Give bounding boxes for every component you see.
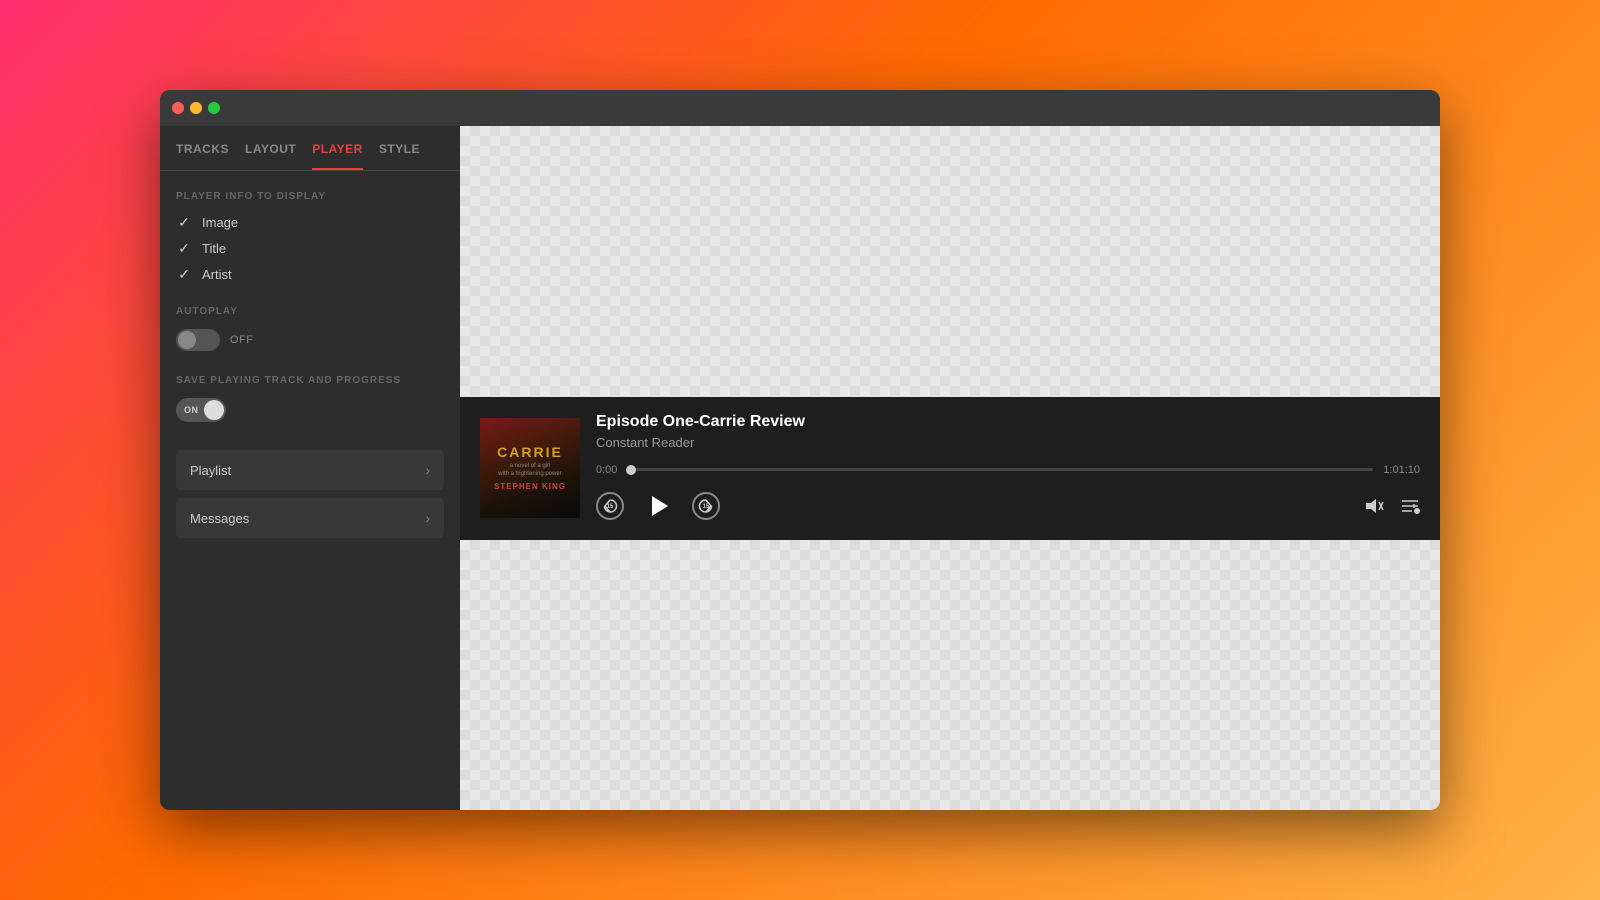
tab-bar: TRACKS LAYOUT PLAYER STYLE (160, 126, 460, 171)
player: CARRIE a novel of a girlwith a frighteni… (460, 397, 1440, 540)
check-icon-artist: ✓ (176, 266, 192, 282)
album-art: CARRIE a novel of a girlwith a frighteni… (480, 418, 580, 518)
playlist-menu-item[interactable]: Playlist › (176, 450, 444, 490)
tab-tracks[interactable]: TRACKS (176, 142, 229, 170)
checkbox-title-label: Title (202, 241, 226, 256)
time-total: 1:01:10 (1383, 464, 1420, 476)
checkbox-group: ✓ Image ✓ Title ✓ Artist (176, 214, 444, 282)
save-toggle-status: ON (184, 405, 199, 415)
playlist-button[interactable] (1400, 496, 1420, 516)
player-controls: 15 (596, 488, 1420, 524)
main-content: TRACKS LAYOUT PLAYER STYLE PLAYER INFO T… (160, 126, 1440, 810)
save-toggle-knob (204, 400, 224, 420)
player-info-section: PLAYER INFO TO DISPLAY ✓ Image ✓ Title ✓ (176, 191, 444, 282)
checkbox-image[interactable]: ✓ Image (176, 214, 444, 230)
save-toggle[interactable]: ON (176, 398, 226, 422)
mute-button[interactable] (1364, 496, 1384, 516)
save-track-section: SAVE PLAYING TRACK AND PROGRESS ON (176, 375, 444, 422)
messages-label: Messages (190, 511, 249, 526)
svg-text:15: 15 (703, 504, 710, 510)
svg-text:15: 15 (607, 504, 614, 510)
preview-bottom (460, 540, 1440, 811)
autoplay-toggle-row: OFF (176, 329, 444, 351)
track-title: Episode One-Carrie Review (596, 413, 1420, 431)
save-toggle-row: ON (176, 398, 444, 422)
tab-player[interactable]: PLAYER (312, 142, 363, 170)
controls-right (1364, 496, 1420, 516)
skip-back-button[interactable]: 15 (596, 492, 624, 520)
progress-container: 0:00 1:01:10 (596, 464, 1420, 476)
checkbox-image-label: Image (202, 215, 238, 230)
checkbox-title[interactable]: ✓ Title (176, 240, 444, 256)
play-button[interactable] (640, 488, 676, 524)
minimize-button[interactable] (190, 102, 202, 114)
check-icon-title: ✓ (176, 240, 192, 256)
tab-style[interactable]: STYLE (379, 142, 420, 170)
autoplay-toggle[interactable] (176, 329, 220, 351)
player-info: Episode One-Carrie Review Constant Reade… (596, 413, 1420, 524)
preview-top (460, 126, 1440, 397)
sidebar-content: PLAYER INFO TO DISPLAY ✓ Image ✓ Title ✓ (160, 171, 460, 810)
time-current: 0:00 (596, 464, 617, 476)
track-artist: Constant Reader (596, 435, 1420, 450)
player-info-label: PLAYER INFO TO DISPLAY (176, 191, 444, 202)
player-inner: CARRIE a novel of a girlwith a frighteni… (460, 397, 1440, 540)
autoplay-toggle-knob (178, 331, 196, 349)
save-track-label: SAVE PLAYING TRACK AND PROGRESS (176, 375, 444, 386)
progress-dot (626, 465, 636, 475)
preview-pane: CARRIE a novel of a girlwith a frighteni… (460, 126, 1440, 810)
progress-bar[interactable] (627, 468, 1373, 471)
album-art-overlay: CARRIE a novel of a girlwith a frighteni… (480, 418, 580, 518)
autoplay-section: AUTOPLAY OFF (176, 306, 444, 351)
traffic-lights (172, 102, 220, 114)
titlebar (160, 90, 1440, 126)
autoplay-label: AUTOPLAY (176, 306, 444, 317)
close-button[interactable] (172, 102, 184, 114)
autoplay-status: OFF (230, 334, 254, 346)
playlist-label: Playlist (190, 463, 231, 478)
check-icon-image: ✓ (176, 214, 192, 230)
maximize-button[interactable] (208, 102, 220, 114)
checkbox-artist[interactable]: ✓ Artist (176, 266, 444, 282)
app-window: TRACKS LAYOUT PLAYER STYLE PLAYER INFO T… (160, 90, 1440, 810)
tab-layout[interactable]: LAYOUT (245, 142, 296, 170)
checkbox-artist-label: Artist (202, 267, 232, 282)
playlist-arrow-icon: › (425, 462, 430, 478)
messages-arrow-icon: › (425, 510, 430, 526)
messages-menu-item[interactable]: Messages › (176, 498, 444, 538)
skip-forward-button[interactable]: 15 (692, 492, 720, 520)
sidebar: TRACKS LAYOUT PLAYER STYLE PLAYER INFO T… (160, 126, 460, 810)
